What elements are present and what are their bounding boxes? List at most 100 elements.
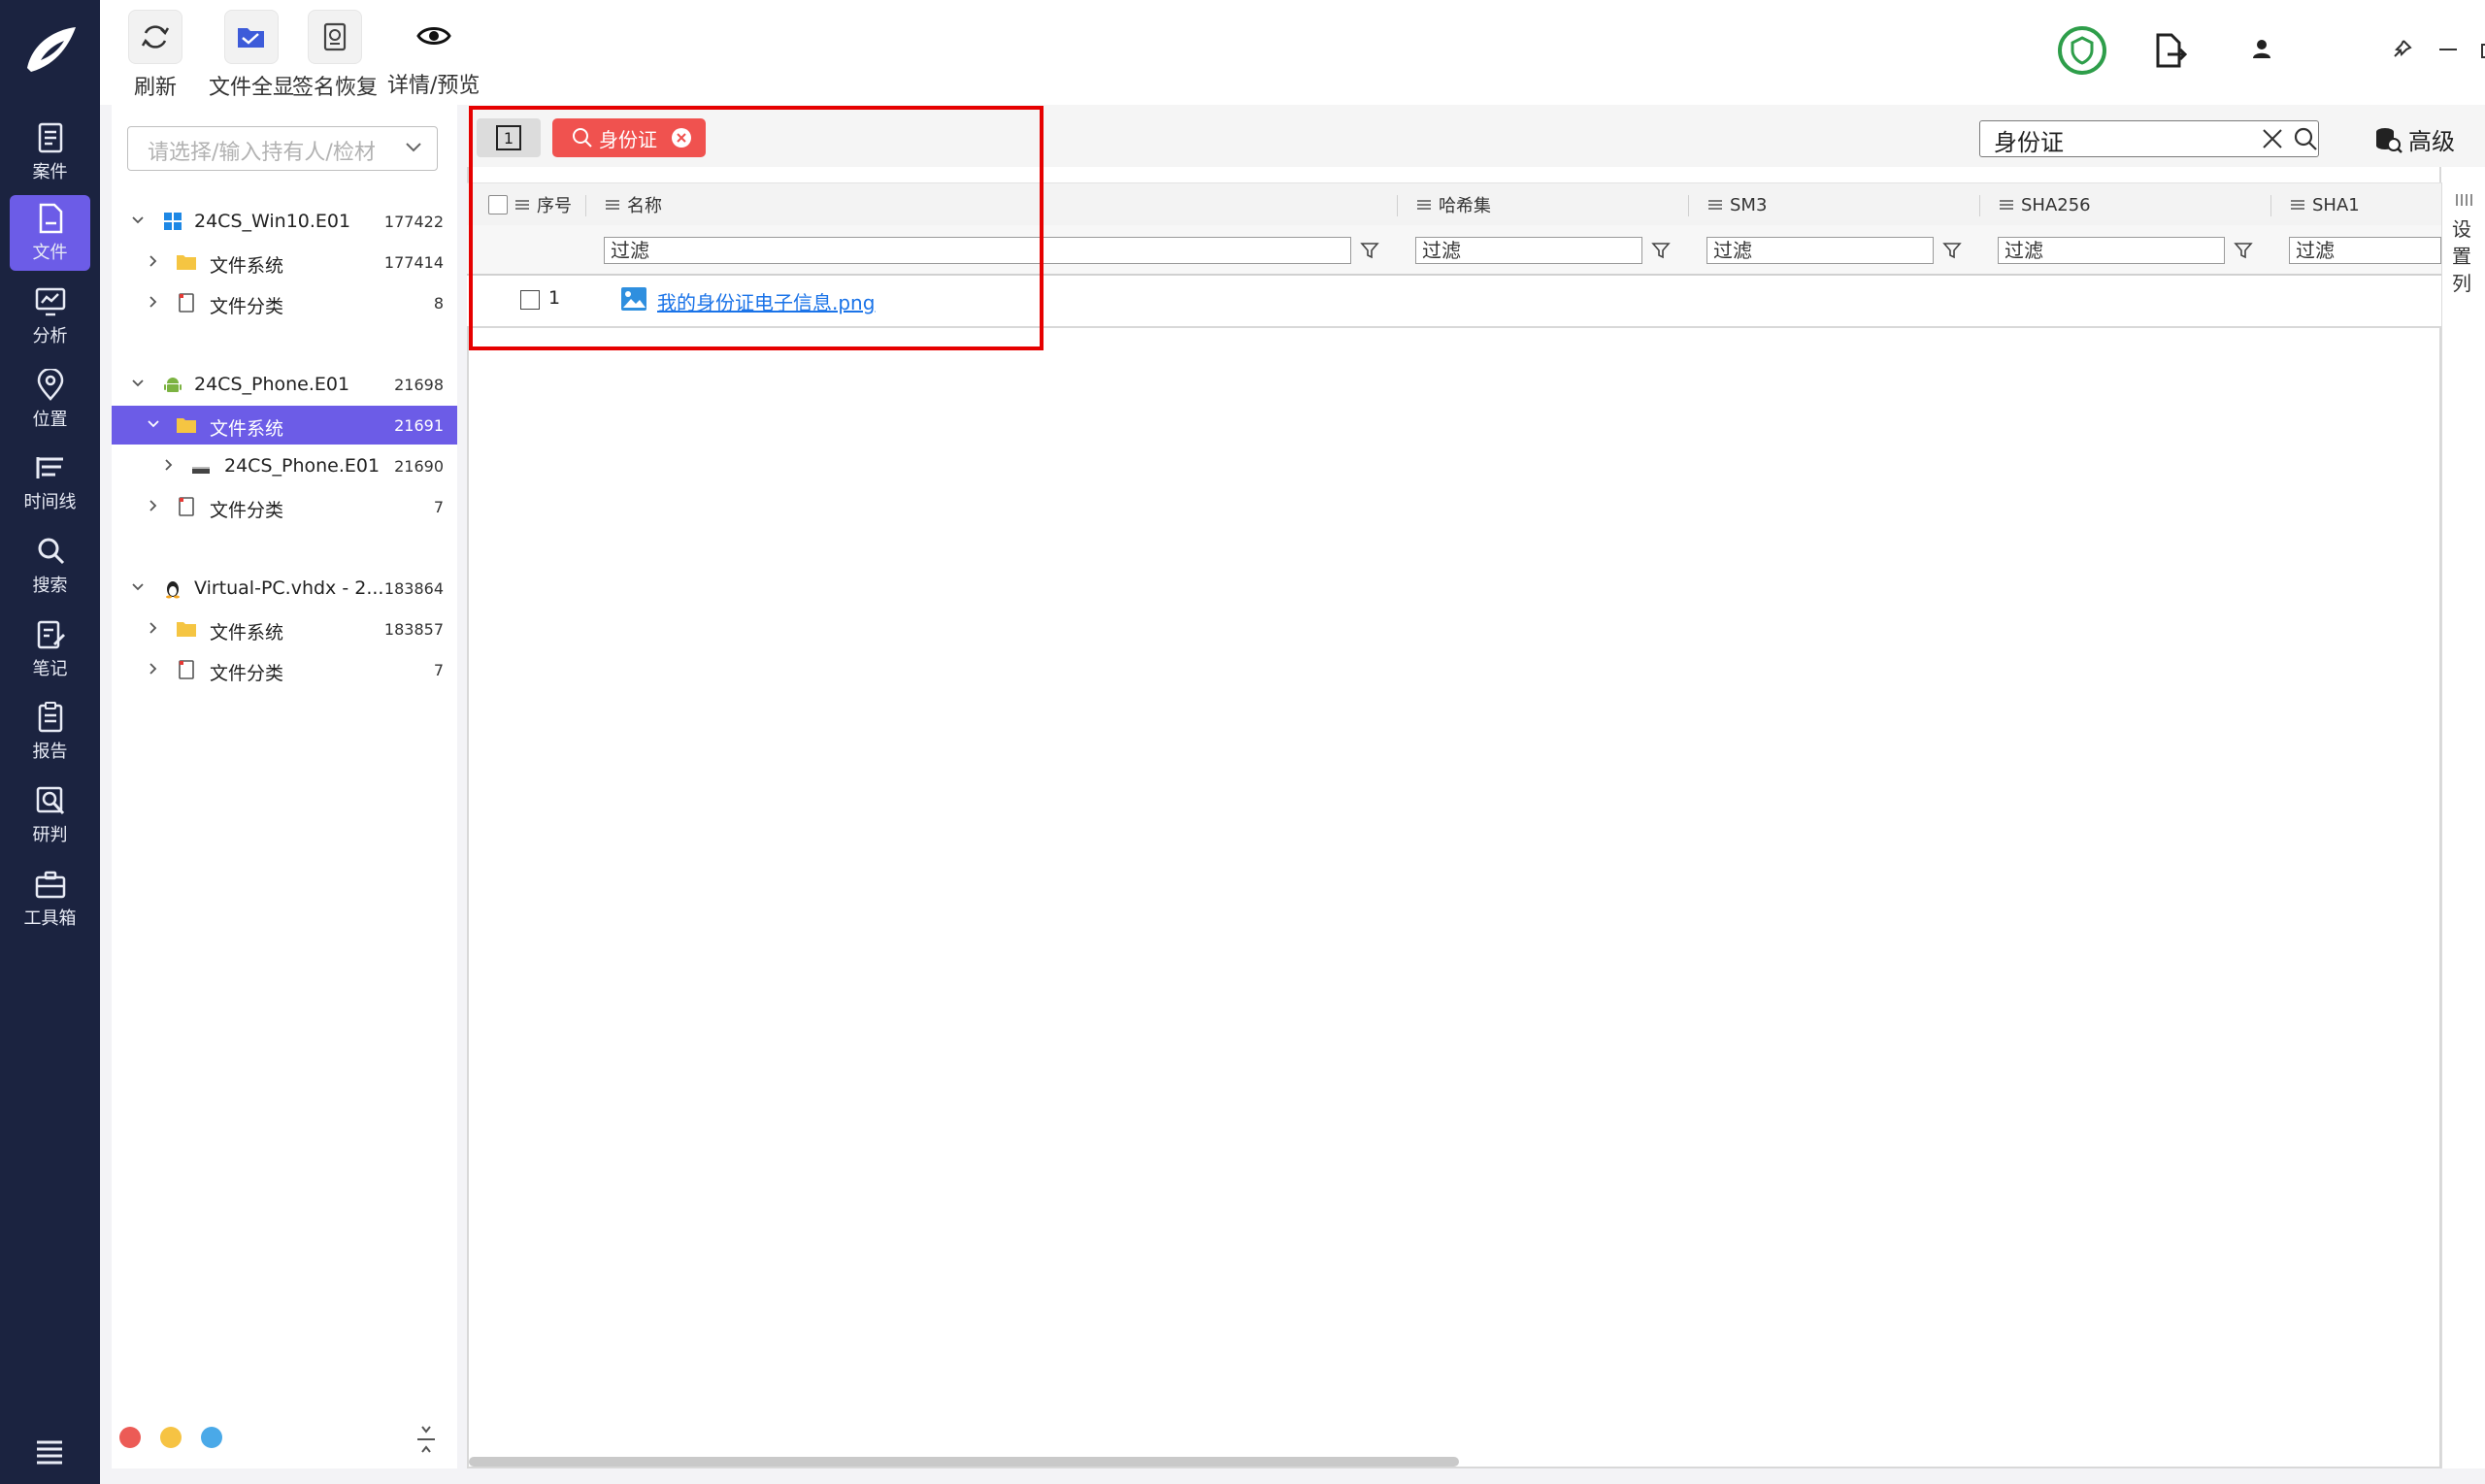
columns-icon	[2456, 194, 2472, 206]
filter-icon[interactable]	[1651, 241, 1671, 260]
left-navigation: 案件 文件 分析 位置 时间线 搜索 笔记 报告 研判 工具箱	[0, 0, 100, 1484]
analysis-icon	[35, 287, 65, 316]
tree-node-filesystem-selected[interactable]: 文件系统 21691	[112, 406, 457, 445]
tree-node-filesystem[interactable]: 文件系统 177414	[112, 243, 457, 281]
set-columns-label: 设置列	[2452, 217, 2471, 295]
menu-icon[interactable]	[33, 1435, 66, 1468]
restore-icon[interactable]	[2480, 39, 2485, 60]
holder-select[interactable]: 请选择/输入持有人/检材	[127, 126, 438, 171]
horizontal-scrollbar[interactable]	[469, 1457, 1459, 1467]
chevron-down-icon[interactable]	[131, 214, 145, 227]
column-header-hashset[interactable]: 哈希集	[1417, 183, 1491, 226]
document-icon	[179, 660, 194, 679]
folder-icon	[177, 418, 196, 433]
search-icon[interactable]	[2293, 126, 2318, 151]
chevron-down-icon[interactable]	[131, 377, 145, 390]
column-header-sha256[interactable]: SHA256	[2000, 183, 2091, 226]
tree-node-evidence[interactable]: 24CS_Phone.E01 21698	[112, 365, 457, 404]
set-columns-button[interactable]: 设置列	[2441, 182, 2485, 1468]
filter-input-sha256[interactable]: 过滤	[1998, 237, 2225, 264]
folder-icon	[177, 622, 196, 637]
search-query: 身份证	[1994, 129, 2064, 156]
chevron-right-icon[interactable]	[147, 499, 160, 512]
refresh-button[interactable]: 刷新	[128, 10, 182, 101]
filter-input-sha1[interactable]: 过滤	[2289, 237, 2441, 264]
signature-recovery-button[interactable]: 签名恢复	[292, 10, 378, 101]
minimize-icon[interactable]	[2437, 39, 2459, 60]
search-icon	[38, 538, 64, 565]
nav-item-search[interactable]: 搜索	[10, 528, 90, 604]
search-input[interactable]: 身份证	[1979, 120, 2319, 157]
chevron-down-icon[interactable]	[131, 580, 145, 594]
tree-node-evidence[interactable]: 24CS_Win10.E01 177422	[112, 202, 457, 241]
red-dot[interactable]	[119, 1427, 141, 1448]
filter-icon[interactable]	[1942, 241, 1962, 260]
nav-item-note[interactable]: 笔记	[10, 611, 90, 687]
refresh-icon	[141, 25, 170, 49]
nav-label: 文件	[32, 243, 68, 263]
filter-input-sm3[interactable]: 过滤	[1706, 237, 1934, 264]
collapse-icon[interactable]	[414, 1423, 438, 1456]
nav-item-timeline[interactable]: 时间线	[10, 445, 90, 520]
nav-label: 工具箱	[23, 908, 77, 929]
chevron-right-icon[interactable]	[147, 621, 160, 635]
tree-node-label: 文件系统	[210, 622, 284, 643]
detail-preview-button[interactable]: 详情/预览	[387, 10, 480, 99]
chevron-down-icon[interactable]	[147, 417, 160, 431]
judge-icon	[36, 786, 64, 815]
advanced-search-button[interactable]: 高级	[2373, 122, 2455, 156]
column-label: SHA256	[2021, 194, 2091, 215]
nav-item-toolbox[interactable]: 工具箱	[10, 861, 90, 937]
filter-icon[interactable]	[1360, 241, 1379, 260]
detail-preview-label: 详情/预览	[387, 74, 480, 98]
column-divider[interactable]	[2270, 195, 2271, 216]
yellow-dot[interactable]	[160, 1427, 182, 1448]
blue-dot[interactable]	[201, 1427, 222, 1448]
windows-icon	[164, 213, 182, 230]
tree-node-disk[interactable]: 24CS_Phone.E01 21690	[112, 446, 457, 485]
nav-item-analysis[interactable]: 分析	[10, 279, 90, 354]
export-file-icon[interactable]	[2150, 31, 2189, 70]
folder-open-icon	[238, 28, 264, 48]
evidence-tree-panel: 请选择/输入持有人/检材 24CS_Win10.E01 177422 文件系统 …	[112, 105, 457, 1468]
tree-node-count: 21690	[394, 457, 444, 476]
column-header-sha1[interactable]: SHA1	[2291, 183, 2360, 226]
chevron-right-icon[interactable]	[147, 254, 160, 268]
nav-item-judge[interactable]: 研判	[10, 777, 90, 853]
chevron-right-icon[interactable]	[162, 458, 176, 472]
clear-icon[interactable]	[2262, 128, 2283, 149]
nav-item-file[interactable]: 文件	[10, 195, 90, 271]
tree-node-evidence[interactable]: Virtual-PC.vhdx - 2... 183864	[112, 569, 457, 608]
column-label: 哈希集	[1439, 196, 1491, 216]
tree-node-count: 21698	[394, 376, 444, 394]
column-label: SM3	[1730, 194, 1768, 215]
chevron-right-icon[interactable]	[147, 662, 160, 676]
tree-node-count: 183864	[383, 579, 444, 598]
nav-item-location[interactable]: 位置	[10, 362, 90, 438]
pin-icon[interactable]	[2391, 39, 2412, 60]
column-divider[interactable]	[1397, 195, 1398, 216]
column-divider[interactable]	[1979, 195, 1980, 216]
chevron-right-icon[interactable]	[147, 295, 160, 309]
tree-node-count: 7	[433, 661, 444, 679]
shield-status-icon[interactable]	[2057, 25, 2107, 76]
nav-item-case[interactable]: 案件	[10, 115, 90, 190]
tree-node-filesystem[interactable]: 文件系统 183857	[112, 610, 457, 648]
filter-input-hashset[interactable]: 过滤	[1415, 237, 1642, 264]
nav-label: 案件	[32, 162, 68, 182]
linux-icon	[166, 581, 180, 599]
show-all-files-button[interactable]: 文件全显	[209, 10, 294, 101]
column-header-sm3[interactable]: SM3	[1708, 183, 1767, 226]
tree-node-file-category[interactable]: 文件分类 7	[112, 650, 457, 689]
tree-node-file-category[interactable]: 文件分类 8	[112, 283, 457, 322]
column-divider[interactable]	[1688, 195, 1689, 216]
tree-node-count: 177422	[383, 213, 444, 231]
user-icon[interactable]	[2250, 37, 2273, 60]
filter-icon[interactable]	[2234, 241, 2253, 260]
case-icon	[38, 122, 62, 153]
tree-node-count: 8	[433, 294, 444, 313]
nav-item-report[interactable]: 报告	[10, 694, 90, 770]
tree-node-file-category[interactable]: 文件分类 7	[112, 487, 457, 526]
advanced-label: 高级	[2408, 128, 2455, 155]
chevron-down-icon[interactable]	[405, 142, 422, 153]
